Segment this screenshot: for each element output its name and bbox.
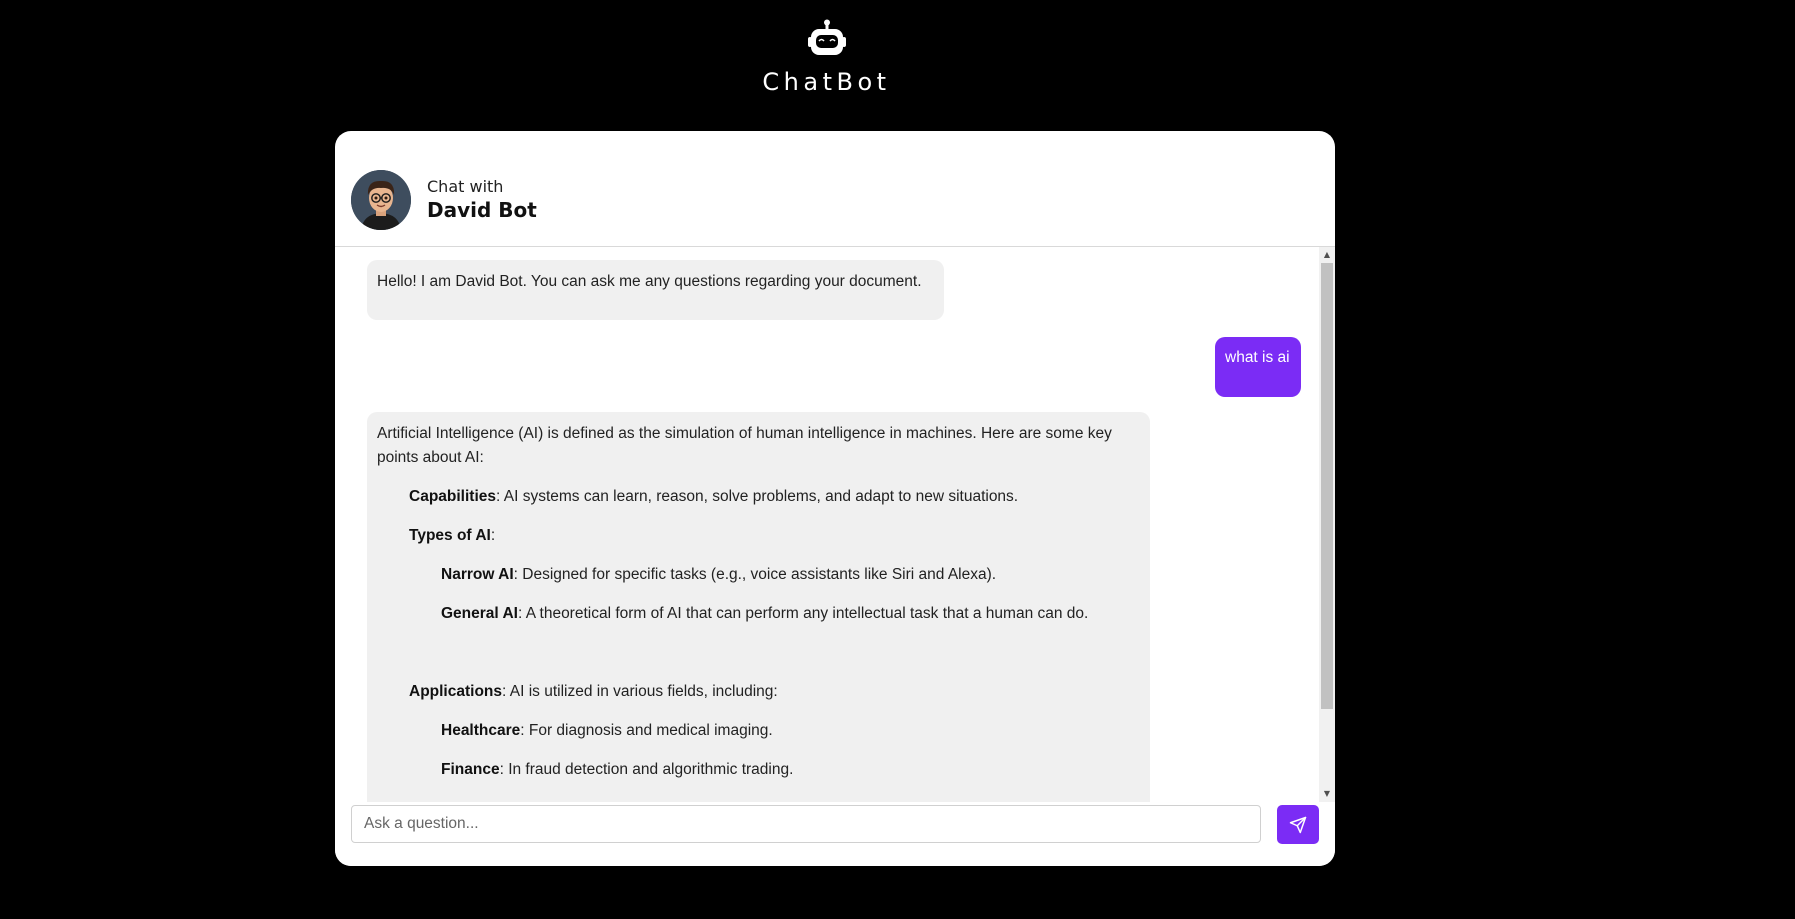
send-button[interactable] (1277, 805, 1319, 844)
item-text: : Designed for specific tasks (e.g., voi… (513, 566, 997, 583)
answer-intro: Artificial Intelligence (AI) is defined … (377, 425, 1112, 466)
item-term: General AI (441, 605, 518, 622)
item-term: Healthcare (441, 722, 521, 739)
item-text: : A theoretical form of AI that can perf… (517, 605, 1089, 622)
user-message: what is ai (1215, 337, 1301, 397)
list-item: Applications: AI is utilized in various … (409, 680, 778, 704)
greeting-text: Hello! I am David Bot. You can ask me an… (377, 273, 922, 290)
scroll-down-arrow-icon[interactable]: ▼ (1319, 786, 1335, 802)
app-title: ChatBot (762, 68, 891, 96)
input-area (335, 802, 1335, 866)
item-term: Capabilities (409, 488, 496, 505)
list-item: Narrow AI: Designed for specific tasks (… (441, 563, 1121, 587)
bot-avatar (351, 170, 411, 230)
item-text: : For diagnosis and medical imaging. (520, 722, 773, 739)
message-list[interactable]: Hello! I am David Bot. You can ask me an… (335, 247, 1319, 802)
robot-icon (808, 19, 846, 55)
item-term: Types of AI (409, 527, 491, 544)
bot-name: David Bot (427, 198, 537, 222)
scrollbar-thumb[interactable] (1321, 263, 1333, 709)
chat-header: Chat with David Bot (335, 131, 1335, 247)
item-term: Applications (409, 683, 503, 700)
item-text: : AI systems can learn, reason, solve pr… (496, 488, 1019, 505)
user-question-text: what is ai (1225, 349, 1290, 366)
chat-with-label: Chat with (427, 177, 504, 196)
messages-scrollbar[interactable]: ▲ ▼ (1319, 247, 1335, 802)
send-icon (1289, 816, 1307, 834)
item-text: : AI is utilized in various fields, incl… (502, 683, 778, 700)
item-text: : (490, 527, 496, 544)
bot-message: Hello! I am David Bot. You can ask me an… (367, 260, 944, 320)
item-text: : In fraud detection and algorithmic tra… (499, 761, 794, 778)
list-item: Types of AI: (409, 524, 495, 548)
list-item: Finance: In fraud detection and algorith… (441, 758, 1121, 782)
bot-answer-message: Artificial Intelligence (AI) is defined … (367, 412, 1150, 802)
list-item: Healthcare: For diagnosis and medical im… (441, 719, 1121, 743)
list-item: General AI: A theoretical form of AI tha… (441, 602, 1121, 626)
chat-card: Chat with David Bot Hello! I am David Bo… (335, 131, 1335, 866)
item-term: Narrow AI (441, 566, 514, 583)
item-term: Finance (441, 761, 500, 778)
question-input[interactable] (351, 805, 1261, 843)
list-item: Capabilities: AI systems can learn, reas… (409, 485, 1018, 509)
app-header: ChatBot (0, 0, 1795, 120)
avatar-illustration (351, 170, 411, 230)
scroll-up-arrow-icon[interactable]: ▲ (1319, 247, 1335, 263)
